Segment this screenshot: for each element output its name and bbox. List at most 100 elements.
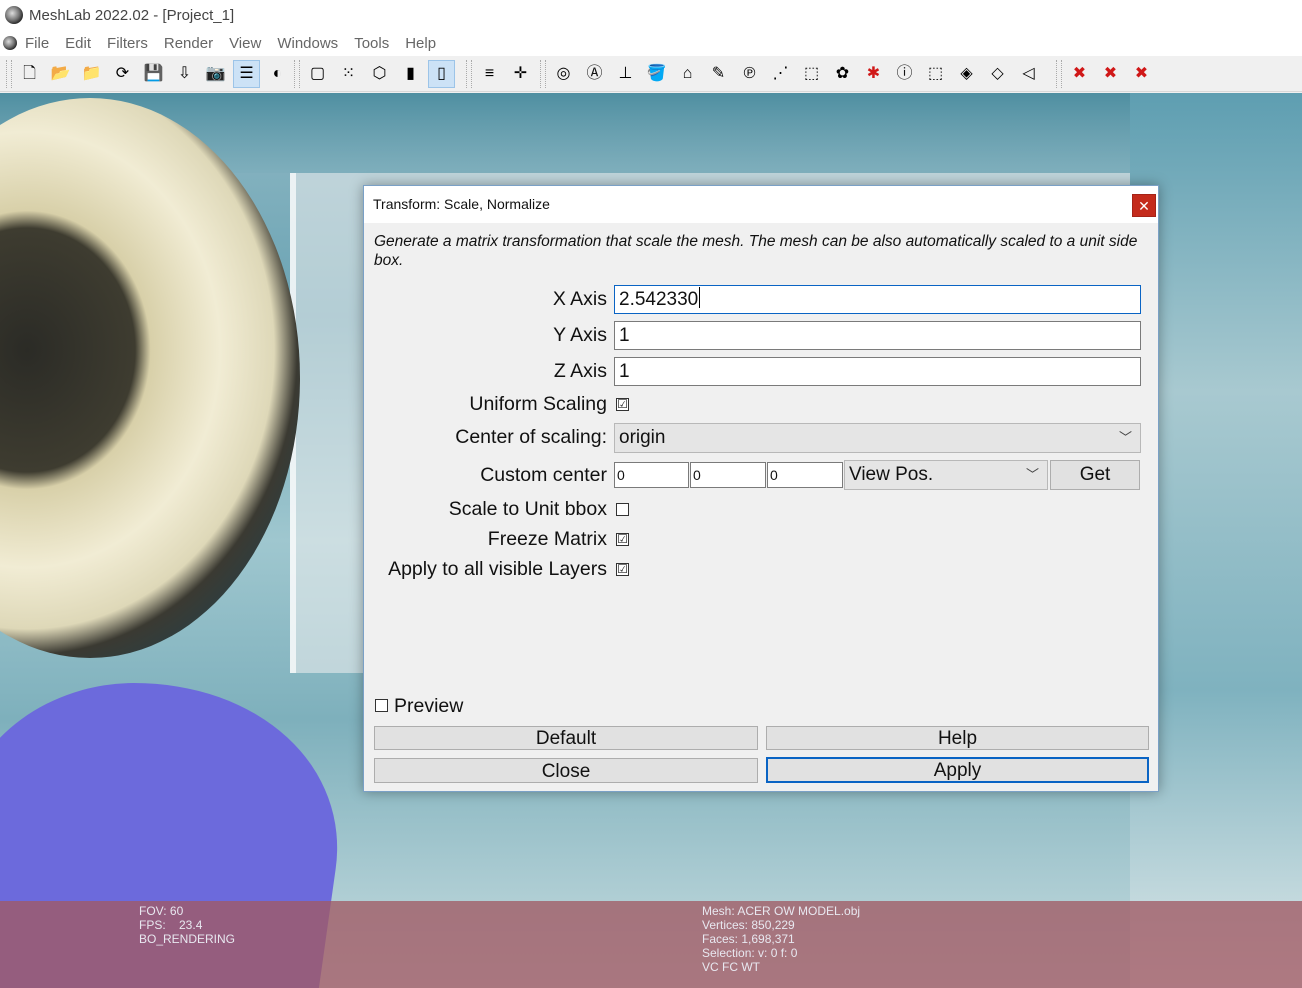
axis-gizmo-icon: ✛ bbox=[513, 65, 528, 82]
toolbar-button-globe[interactable]: ◎ bbox=[550, 60, 577, 88]
menu-help[interactable]: Help bbox=[405, 35, 436, 52]
toolbar-button-open-project[interactable]: 📂 bbox=[47, 60, 74, 88]
select-z-painting-icon: ◇ bbox=[991, 65, 1004, 82]
pickpoints-icon: ℗ bbox=[743, 65, 756, 82]
y-axis-input[interactable]: 1 bbox=[614, 321, 1141, 350]
toolbar-button-measure-axes[interactable]: ⊥ bbox=[612, 60, 639, 88]
layers-icon: ☰ bbox=[239, 65, 254, 82]
delete-faces-icon: ✖ bbox=[1103, 65, 1118, 82]
select-faces-icon: ⬚ bbox=[803, 65, 820, 82]
toolbar-button-reload[interactable]: ⟳ bbox=[109, 60, 136, 88]
toolbar-button-camera-align[interactable]: ⌂ bbox=[674, 60, 701, 88]
toolbar-button-wireframe-view[interactable]: ⬡ bbox=[366, 60, 393, 88]
menu-render[interactable]: Render bbox=[164, 35, 213, 52]
scale-normalize-dialog: Transform: Scale, Normalize ✕ Generate a… bbox=[363, 185, 1159, 792]
toolbar-button-delete-vertices[interactable]: ✖ bbox=[1066, 60, 1093, 88]
menu-file[interactable]: File bbox=[25, 35, 49, 52]
menu-view[interactable]: View bbox=[229, 35, 261, 52]
menu-filters[interactable]: Filters bbox=[107, 35, 148, 52]
menu-tools[interactable]: Tools bbox=[354, 35, 389, 52]
help-button[interactable]: Help bbox=[766, 726, 1149, 750]
custom-center-z-input[interactable]: 0 bbox=[767, 462, 843, 488]
toolbar-button-select-connected[interactable]: ◈ bbox=[953, 60, 980, 88]
dialog-titlebar[interactable]: Transform: Scale, Normalize ✕ bbox=[364, 186, 1158, 223]
wireframe-view-icon: ⬡ bbox=[372, 65, 387, 82]
toolbar-button-info[interactable]: ⓘ bbox=[891, 60, 918, 88]
meshlab-logo-icon bbox=[5, 6, 23, 24]
custom-center-y-input[interactable]: 0 bbox=[690, 462, 766, 488]
toolbar-grip-icon[interactable] bbox=[540, 60, 546, 88]
window-title: MeshLab 2022.02 - [Project_1] bbox=[29, 6, 235, 24]
main-toolbar: 🗋 📂 📁 ⟳ 💾 ⇩ 📷 ☰ ◐ ▢ ⁙ ⬡ ▮ ▯ ≡ ✛ ◎ Ⓐ ⊥ 🪣 ⌂ ✎ ℗ ⋰ ⬚ ✿ ✱ ⓘ ⬚ ◈ ◇ ◁ ✖ ✖ ✖ bbox=[0, 56, 1302, 92]
toolbar-group: ◎ Ⓐ ⊥ 🪣 ⌂ ✎ ℗ ⋰ ⬚ ✿ ✱ ⓘ ⬚ ◈ ◇ ◁ bbox=[540, 58, 1046, 90]
toolbar-grip-icon[interactable] bbox=[466, 60, 472, 88]
toolbar-button-open-folder[interactable]: 📁 bbox=[78, 60, 105, 88]
custom-center-x-input[interactable]: 0 bbox=[614, 462, 689, 488]
x-axis-value: 2.542330 bbox=[619, 289, 699, 310]
toolbar-button-delete-faces[interactable]: ✖ bbox=[1097, 60, 1124, 88]
x-axis-label: X Axis bbox=[552, 288, 607, 310]
save-mesh-icon: 💾 bbox=[143, 65, 164, 82]
viewport-rock-mesh bbox=[0, 98, 300, 658]
toolbar-grip-icon[interactable] bbox=[294, 60, 300, 88]
freeze-matrix-label: Freeze Matrix bbox=[487, 528, 607, 550]
toolbar-button-flat-view[interactable]: ▮ bbox=[397, 60, 424, 88]
toolbar-button-select-vertices[interactable]: ⋰ bbox=[767, 60, 794, 88]
toolbar-group: ≡ ✛ bbox=[466, 58, 538, 90]
select-vertices-icon: ⋰ bbox=[772, 65, 789, 82]
brush-icon: ✎ bbox=[711, 65, 726, 82]
mesh-name: Mesh: ACER OW MODEL.obj bbox=[702, 904, 861, 918]
color-paint-icon: ✿ bbox=[835, 65, 850, 82]
close-icon[interactable]: ✕ bbox=[1132, 194, 1156, 217]
toolbar-grip-icon[interactable] bbox=[6, 60, 12, 88]
select-region-icon: ⬚ bbox=[927, 65, 944, 82]
toolbar-button-axis-gizmo[interactable]: ✛ bbox=[507, 60, 534, 88]
toolbar-button-select-z-painting[interactable]: ◇ bbox=[984, 60, 1011, 88]
toolbar-button-brush[interactable]: ✎ bbox=[705, 60, 732, 88]
toolbar-button-paint-bucket[interactable]: 🪣 bbox=[643, 60, 670, 88]
toolbar-group: ✖ ✖ ✖ bbox=[1056, 58, 1159, 90]
bbox-view-icon: ▢ bbox=[309, 65, 326, 82]
toolbar-button-select-region[interactable]: ⬚ bbox=[922, 60, 949, 88]
uniform-scaling-checkbox[interactable]: ☑ bbox=[616, 398, 629, 411]
preview-checkbox[interactable] bbox=[375, 699, 388, 712]
meshlab-system-icon[interactable] bbox=[3, 36, 17, 50]
toolbar-button-save-mesh[interactable]: 💾 bbox=[140, 60, 167, 88]
vertex-count: Vertices: 850,229 bbox=[702, 918, 795, 932]
toolbar-button-layer-stack[interactable]: ≡ bbox=[476, 60, 503, 88]
delete-both-icon: ✖ bbox=[1134, 65, 1149, 82]
toolbar-button-smooth-view[interactable]: ▯ bbox=[428, 60, 455, 88]
toolbar-grip-icon[interactable] bbox=[1056, 60, 1062, 88]
scale-unit-bbox-checkbox[interactable] bbox=[616, 503, 629, 516]
toolbar-button-delete-both[interactable]: ✖ bbox=[1128, 60, 1155, 88]
view-pos-select[interactable]: View Pos. ﹀ bbox=[844, 460, 1048, 490]
toolbar-button-select-faces[interactable]: ⬚ bbox=[798, 60, 825, 88]
default-button[interactable]: Default bbox=[374, 726, 758, 750]
text-caret bbox=[699, 287, 701, 308]
toolbar-button-export[interactable]: ⇩ bbox=[171, 60, 198, 88]
menu-edit[interactable]: Edit bbox=[65, 35, 91, 52]
toolbar-button-bbox-view[interactable]: ▢ bbox=[304, 60, 331, 88]
toolbar-button-raster[interactable]: ◐ bbox=[264, 60, 291, 88]
get-button[interactable]: Get bbox=[1050, 460, 1140, 490]
freeze-matrix-checkbox[interactable]: ☑ bbox=[616, 533, 629, 546]
toolbar-button-georef[interactable]: ✱ bbox=[860, 60, 887, 88]
render-mode-readout: BO_RENDERING bbox=[139, 932, 236, 946]
center-of-scaling-select[interactable]: origin ﹀ bbox=[614, 423, 1141, 453]
toolbar-button-points-view[interactable]: ⁙ bbox=[335, 60, 362, 88]
new-document-icon: 🗋 bbox=[23, 65, 36, 82]
z-axis-input[interactable]: 1 bbox=[614, 357, 1141, 386]
toolbar-button-color-paint[interactable]: ✿ bbox=[829, 60, 856, 88]
toolbar-button-select-polygon[interactable]: ◁ bbox=[1015, 60, 1042, 88]
toolbar-button-snapshot[interactable]: 📷 bbox=[202, 60, 229, 88]
menu-windows[interactable]: Windows bbox=[277, 35, 338, 52]
apply-all-layers-checkbox[interactable]: ☑ bbox=[616, 563, 629, 576]
apply-all-layers-label: Apply to all visible Layers bbox=[388, 558, 607, 580]
apply-button[interactable]: Apply bbox=[766, 757, 1149, 783]
toolbar-button-new-document[interactable]: 🗋 bbox=[16, 60, 43, 88]
close-button[interactable]: Close bbox=[374, 758, 758, 783]
toolbar-button-pickpoints[interactable]: ℗ bbox=[736, 60, 763, 88]
x-axis-input[interactable]: 2.542330 bbox=[614, 285, 1141, 314]
toolbar-button-layers[interactable]: ☰ bbox=[233, 60, 260, 88]
toolbar-button-annotation-A[interactable]: Ⓐ bbox=[581, 60, 608, 88]
